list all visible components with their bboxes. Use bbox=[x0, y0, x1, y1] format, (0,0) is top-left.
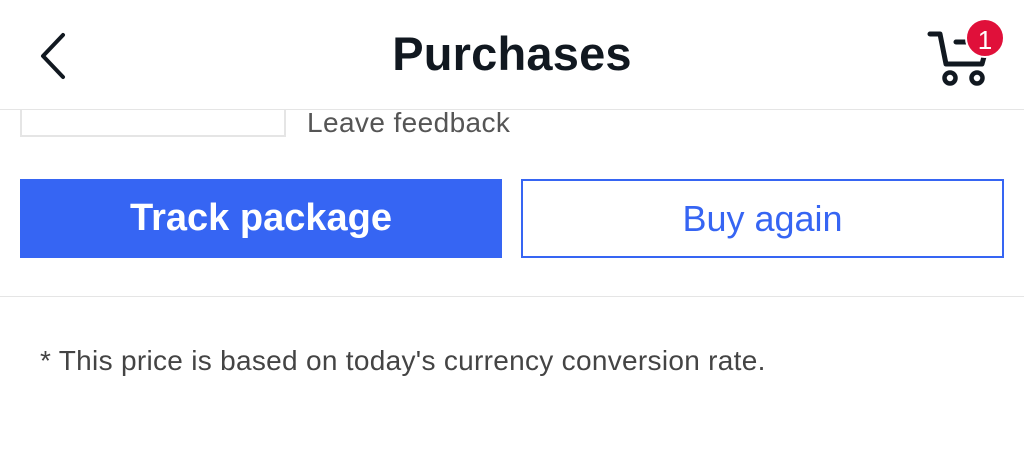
page-title: Purchases bbox=[392, 27, 632, 80]
top-app-bar: Purchases 1 bbox=[0, 0, 1024, 110]
leave-feedback-link[interactable]: Leave feedback bbox=[307, 109, 510, 137]
cart-count-badge: 1 bbox=[965, 18, 1005, 58]
order-item-row: Leave feedback bbox=[0, 106, 1024, 140]
currency-conversion-note: * This price is based on today's currenc… bbox=[40, 345, 766, 376]
track-package-button[interactable]: Track package bbox=[20, 179, 502, 258]
section-divider bbox=[0, 296, 1024, 297]
buy-again-button[interactable]: Buy again bbox=[521, 179, 1004, 258]
item-image-placeholder bbox=[20, 106, 286, 137]
cart-button[interactable]: 1 bbox=[920, 18, 1010, 92]
